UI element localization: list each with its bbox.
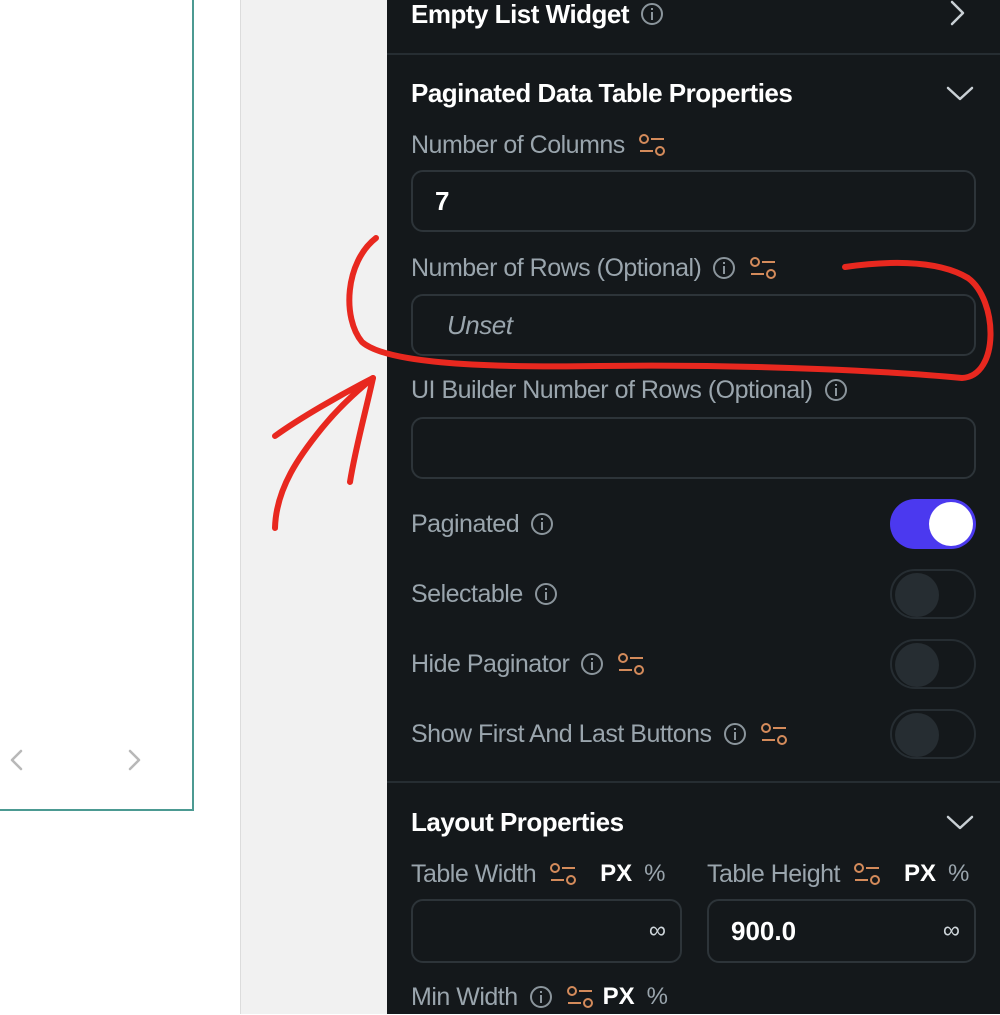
num-rows-placeholder: Unset bbox=[447, 309, 513, 340]
divider bbox=[387, 781, 1000, 783]
info-icon[interactable] bbox=[640, 2, 664, 26]
unit-px-toggle[interactable]: PX bbox=[904, 860, 936, 888]
num-columns-input[interactable]: 7 bbox=[411, 170, 976, 232]
paginated-row: Paginated bbox=[411, 506, 554, 542]
show-first-last-label: Show First And Last Buttons bbox=[411, 719, 712, 748]
hide-paginator-label: Hide Paginator bbox=[411, 649, 570, 678]
unit-percent-toggle[interactable]: % bbox=[948, 860, 969, 888]
table-width-label: Table Width bbox=[411, 859, 537, 888]
ui-builder-rows-label: UI Builder Number of Rows (Optional) bbox=[411, 375, 813, 404]
unit-percent-toggle[interactable]: % bbox=[644, 860, 665, 888]
chevron-down-icon[interactable] bbox=[945, 78, 975, 108]
variable-icon[interactable] bbox=[748, 255, 778, 281]
num-columns-value: 7 bbox=[435, 185, 450, 216]
variable-icon[interactable] bbox=[616, 651, 646, 677]
toggle-knob bbox=[895, 573, 939, 617]
selectable-label: Selectable bbox=[411, 579, 523, 608]
selectable-toggle[interactable] bbox=[890, 569, 976, 619]
info-icon[interactable] bbox=[529, 985, 553, 1009]
unit-px-toggle[interactable]: PX bbox=[600, 860, 632, 888]
section-header[interactable]: Paginated Data Table Properties bbox=[411, 75, 793, 111]
num-rows-label: Number of Rows (Optional) bbox=[411, 253, 702, 282]
canvas-background bbox=[240, 0, 387, 1014]
variable-icon[interactable] bbox=[759, 721, 789, 747]
num-columns-label: Number of Columns bbox=[411, 130, 625, 159]
num-rows-input[interactable]: Unset bbox=[411, 294, 976, 356]
table-width-row: Table Width PX % bbox=[411, 856, 665, 892]
min-width-row: Min Width PX % bbox=[411, 979, 668, 1015]
variable-icon[interactable] bbox=[565, 984, 595, 1010]
ui-builder-rows-input[interactable] bbox=[411, 417, 976, 479]
hide-paginator-row: Hide Paginator bbox=[411, 646, 646, 682]
selectable-row: Selectable bbox=[411, 576, 558, 612]
unit-percent-toggle[interactable]: % bbox=[647, 983, 668, 1011]
toggle-knob bbox=[929, 502, 973, 546]
chevron-right-icon[interactable] bbox=[942, 0, 972, 28]
variable-icon[interactable] bbox=[637, 132, 667, 158]
hide-paginator-toggle[interactable] bbox=[890, 639, 976, 689]
show-first-last-row: Show First And Last Buttons bbox=[411, 716, 789, 752]
info-icon[interactable] bbox=[580, 652, 604, 676]
info-icon[interactable] bbox=[824, 378, 848, 402]
canvas-preview bbox=[0, 0, 242, 1014]
table-height-input[interactable]: 900.0 ∞ bbox=[707, 899, 976, 963]
ui-builder-rows-row: UI Builder Number of Rows (Optional) bbox=[411, 372, 848, 408]
layout-header[interactable]: Layout Properties bbox=[411, 804, 624, 840]
info-icon[interactable] bbox=[530, 512, 554, 536]
divider bbox=[387, 53, 1000, 55]
unit-px-toggle[interactable]: PX bbox=[603, 983, 635, 1011]
layout-title: Layout Properties bbox=[411, 806, 624, 837]
chevron-down-icon[interactable] bbox=[945, 807, 975, 837]
table-height-value: 900.0 bbox=[731, 915, 797, 946]
prev-page-chevron-left-icon[interactable] bbox=[0, 742, 36, 778]
section-title: Paginated Data Table Properties bbox=[411, 77, 793, 108]
num-rows-row: Number of Rows (Optional) bbox=[411, 250, 778, 286]
variable-icon[interactable] bbox=[548, 861, 578, 887]
table-width-input[interactable]: ∞ bbox=[411, 899, 682, 963]
info-icon[interactable] bbox=[534, 582, 558, 606]
min-width-label: Min Width bbox=[411, 982, 518, 1011]
infinity-icon[interactable]: ∞ bbox=[943, 917, 960, 945]
variable-icon[interactable] bbox=[852, 861, 882, 887]
toggle-knob bbox=[895, 713, 939, 757]
empty-list-widget-label: Empty List Widget bbox=[411, 0, 630, 29]
next-page-chevron-right-icon[interactable] bbox=[116, 742, 152, 778]
show-first-last-toggle[interactable] bbox=[890, 709, 976, 759]
table-height-label: Table Height bbox=[707, 859, 840, 888]
paginated-label: Paginated bbox=[411, 509, 520, 538]
paginated-toggle[interactable] bbox=[890, 499, 976, 549]
infinity-icon[interactable]: ∞ bbox=[649, 917, 666, 945]
data-table-frame[interactable] bbox=[0, 0, 194, 811]
num-columns-row: Number of Columns bbox=[411, 127, 667, 163]
info-icon[interactable] bbox=[723, 722, 747, 746]
table-height-row: Table Height PX % bbox=[707, 856, 969, 892]
info-icon[interactable] bbox=[712, 256, 736, 280]
toggle-knob bbox=[895, 643, 939, 687]
empty-list-widget-row[interactable]: Empty List Widget bbox=[411, 0, 664, 32]
properties-panel: Empty List Widget Paginated Data Table P… bbox=[387, 0, 1000, 1014]
